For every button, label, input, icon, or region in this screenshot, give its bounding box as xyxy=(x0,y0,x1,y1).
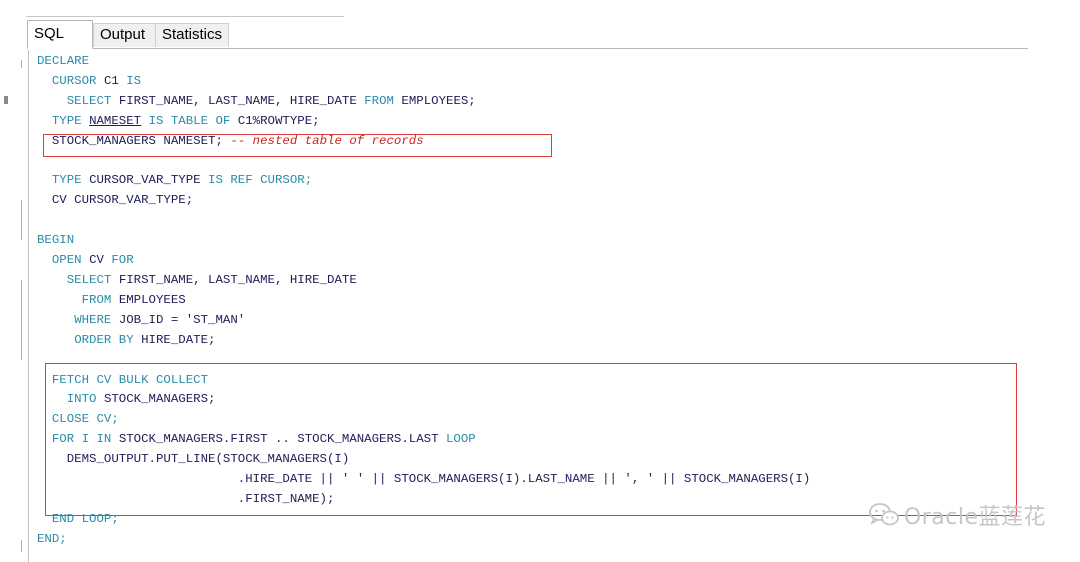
code-token: WHERE xyxy=(74,312,112,327)
code-token: CLOSE CV; xyxy=(51,412,119,427)
code-token: ORDER BY xyxy=(74,332,134,347)
code-token: STOCK_MANAGERS.FIRST .. STOCK_MANAGERS.L… xyxy=(118,432,439,447)
code-token: DEMS_OUTPUT.PUT_LINE(STOCK_MANAGERS(I) xyxy=(66,452,350,467)
code-token: FOR xyxy=(111,253,134,268)
code-token: DECLARE xyxy=(37,54,90,68)
code-token: END LOOP; xyxy=(51,511,119,526)
code-token: CURSOR_VAR_TYPE xyxy=(89,173,201,188)
tab-sql[interactable]: SQL xyxy=(27,20,93,49)
code-token: TYPE xyxy=(51,173,82,188)
code-editor[interactable]: DECLARE CURSOR C1 IS SELECT FIRST_NAME, … xyxy=(28,50,1028,562)
tab-output[interactable]: Output xyxy=(93,23,157,47)
code-token: FIRST_NAME, LAST_NAME, HIRE_DATE xyxy=(118,272,357,287)
code-token: TYPE xyxy=(51,113,82,128)
code-token: STOCK_MANAGERS NAMESET; xyxy=(51,133,223,148)
code-token: .FIRST_NAME); xyxy=(237,491,335,506)
code-comment: -- nested table of records xyxy=(230,133,424,148)
code-text: DECLARE CURSOR C1 IS SELECT FIRST_NAME, … xyxy=(37,52,810,550)
code-token: SELECT xyxy=(66,93,112,108)
code-token: IS TABLE OF xyxy=(148,113,231,128)
code-token: FIRST_NAME, LAST_NAME, HIRE_DATE xyxy=(118,93,357,108)
code-token: CV xyxy=(89,253,104,268)
gutter-tick xyxy=(21,280,22,360)
code-token: BEGIN xyxy=(37,233,75,248)
code-token: FOR I IN xyxy=(51,432,112,447)
gutter-tick xyxy=(21,540,22,552)
code-token: C1 xyxy=(103,73,119,88)
code-token: NAMESET xyxy=(89,113,142,128)
code-token: LOOP xyxy=(445,432,476,447)
code-token: .HIRE_DATE || ' ' || STOCK_MANAGERS(I).L… xyxy=(237,472,811,487)
gutter-tick xyxy=(21,200,22,240)
left-gutter xyxy=(0,0,26,562)
code-token: C1%ROWTYPE; xyxy=(237,113,320,128)
sql-editor-window: SQL Output Statistics DECLARE CURSOR C1 … xyxy=(0,0,1080,562)
tab-statistics[interactable]: Statistics xyxy=(155,23,229,47)
wechat-icon xyxy=(869,503,899,526)
top-divider xyxy=(26,0,344,17)
code-token: STOCK_MANAGERS; xyxy=(103,392,216,407)
code-token: CURSOR xyxy=(51,73,97,88)
gutter-tick xyxy=(21,60,22,68)
code-token: EMPLOYEES xyxy=(118,292,186,307)
result-tabs: SQL Output Statistics xyxy=(27,20,1028,49)
code-token: FETCH CV BULK COLLECT xyxy=(51,372,209,387)
code-token: INTO xyxy=(66,392,97,407)
code-token: EMPLOYEES; xyxy=(401,93,476,108)
code-token: FROM xyxy=(81,292,112,307)
code-token: END; xyxy=(37,531,67,546)
code-token: IS REF CURSOR; xyxy=(208,173,313,188)
code-token: HIRE_DATE; xyxy=(141,332,216,347)
code-token: SELECT xyxy=(66,272,112,287)
code-token: CV CURSOR_VAR_TYPE; xyxy=(51,193,194,208)
code-token: OPEN xyxy=(51,253,82,268)
code-token: IS xyxy=(126,73,142,88)
code-token: FROM xyxy=(364,93,394,108)
watermark: Oracle蓝莲花 xyxy=(868,500,1046,530)
watermark-text: Oracle蓝莲花 xyxy=(903,505,1046,530)
gutter-tick xyxy=(4,96,8,104)
code-token: JOB_ID = 'ST_MAN' xyxy=(118,312,246,327)
